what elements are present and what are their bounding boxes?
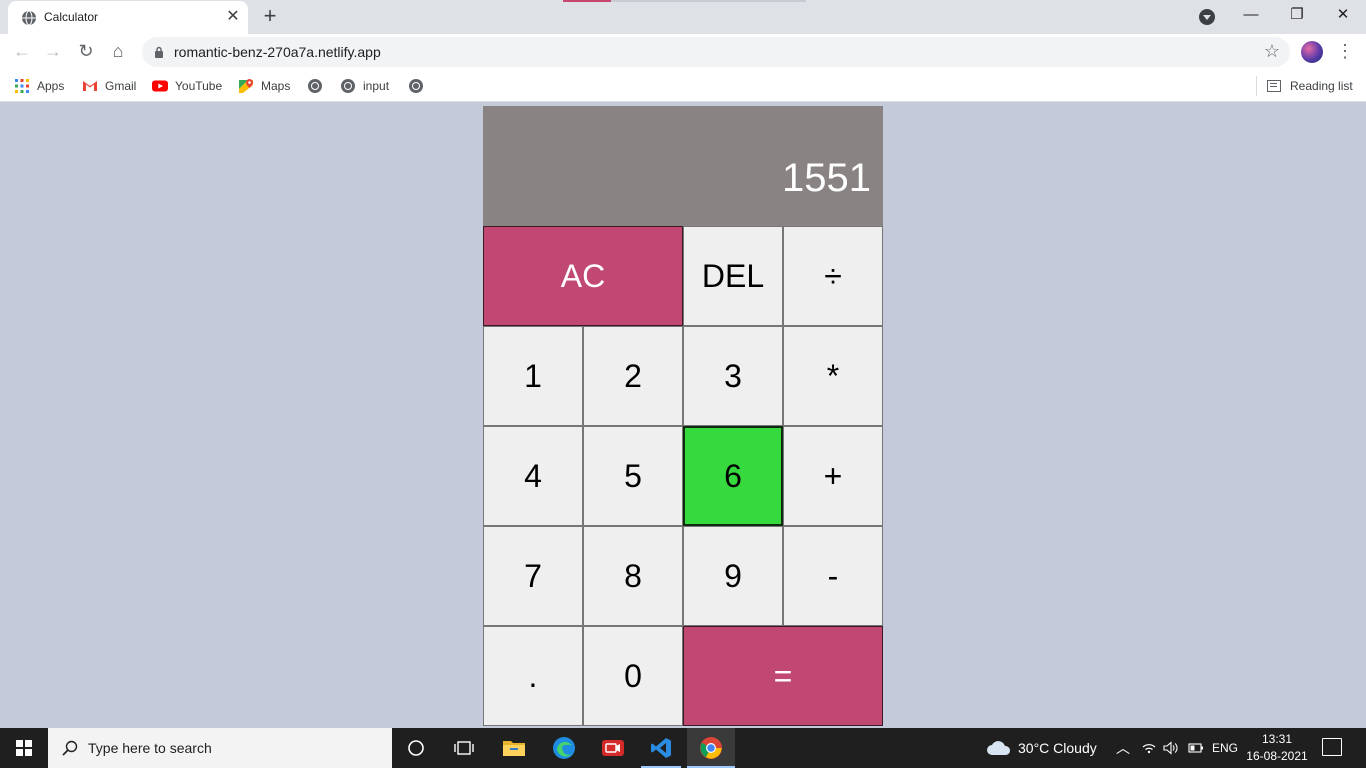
key-digit-8-button[interactable]: 8 (583, 526, 683, 626)
gmail-icon (83, 81, 97, 91)
search-icon (62, 740, 78, 756)
address-bar[interactable]: romantic-benz-270a7a.netlify.app ☆ (142, 37, 1290, 67)
task-view-icon (454, 741, 474, 755)
new-tab-button[interactable]: + (258, 5, 282, 29)
home-button[interactable]: ⌂ (106, 40, 130, 64)
reload-button[interactable]: ↻ (74, 40, 98, 64)
weather-text[interactable]: 30°C Cloudy (1018, 740, 1097, 756)
cortana-icon (408, 740, 424, 756)
windows-logo-icon (16, 740, 32, 756)
edge-icon (553, 737, 575, 759)
forward-button[interactable]: → (41, 40, 65, 64)
maximize-button[interactable]: ❐ (1274, 4, 1320, 28)
bookmark-star-icon[interactable]: ☆ (1264, 41, 1280, 62)
screen-recorder-button[interactable] (589, 728, 637, 768)
cloudy-weather-icon (987, 741, 1011, 755)
key-digit-2-button[interactable]: 2 (583, 326, 683, 426)
bookmark-maps[interactable]: Maps (238, 76, 290, 96)
key-digit-3-button[interactable]: 3 (683, 326, 783, 426)
taskbar-clock[interactable]: 13:31 16-08-2021 (1242, 731, 1312, 765)
display-output: 1551 (782, 156, 871, 200)
recorder-icon (602, 740, 624, 756)
search-placeholder: Type here to search (88, 740, 212, 756)
key-divide-button[interactable]: ÷ (783, 226, 883, 326)
key-digit-6-button[interactable]: 6 (683, 426, 783, 526)
tab-strip: Calculator ✕ + — ❐ ✕ (0, 0, 1366, 34)
file-explorer-button[interactable] (490, 728, 538, 768)
tab-calculator[interactable]: Calculator ✕ (8, 1, 248, 34)
lock-icon (155, 46, 163, 58)
key-multiply-button[interactable]: * (783, 326, 883, 426)
clock-date: 16-08-2021 (1246, 749, 1308, 763)
key-digit-4-button[interactable]: 4 (483, 426, 583, 526)
battery-icon[interactable] (1188, 743, 1204, 753)
bookmarks-bar: Apps Gmail YouTube Maps input Reading li… (0, 70, 1366, 102)
tab-title: Calculator (44, 10, 99, 24)
key-all-clear-button[interactable]: AC (483, 226, 683, 326)
chrome-button[interactable] (687, 728, 735, 768)
bookmark-gmail[interactable]: Gmail (82, 76, 136, 96)
vscode-icon (651, 738, 671, 758)
globe-icon (22, 10, 36, 26)
key-digit-5-button[interactable]: 5 (583, 426, 683, 526)
maps-icon (239, 79, 253, 93)
notification-center-icon[interactable] (1322, 738, 1342, 756)
reading-list-button[interactable]: Reading list (1256, 76, 1353, 96)
globe-icon (308, 79, 322, 93)
chrome-icon (700, 737, 722, 759)
key-minus-button[interactable]: - (783, 526, 883, 626)
key-digit-9-button[interactable]: 9 (683, 526, 783, 626)
key-decimal-button[interactable]: . (483, 626, 583, 726)
url-text: romantic-benz-270a7a.netlify.app (174, 44, 381, 60)
wifi-icon[interactable] (1141, 742, 1157, 754)
edge-button[interactable] (540, 728, 588, 768)
browser-menu-button[interactable]: ⋮ (1336, 40, 1354, 64)
tab-strip-accent-gray (611, 0, 806, 2)
language-indicator[interactable]: ENG (1212, 741, 1238, 755)
tab-search-button[interactable] (1199, 9, 1215, 25)
globe-icon (409, 79, 423, 93)
start-button[interactable] (0, 728, 48, 768)
key-digit-1-button[interactable]: 1 (483, 326, 583, 426)
bookmark-globe-2[interactable] (409, 76, 423, 96)
key-equals-button[interactable]: = (683, 626, 883, 726)
bookmark-youtube[interactable]: YouTube (152, 76, 222, 96)
browser-toolbar: ← → ↻ ⌂ romantic-benz-270a7a.netlify.app… (0, 34, 1366, 70)
profile-avatar[interactable] (1301, 41, 1323, 63)
tab-close-button[interactable]: ✕ (224, 8, 242, 26)
taskbar: Type here to search 30°C Cloudy ︿ ENG 13… (0, 728, 1366, 768)
calculator-display: 1551 (483, 106, 883, 226)
bookmark-globe-1[interactable] (308, 76, 322, 96)
key-delete-button[interactable]: DEL (683, 226, 783, 326)
apps-grid-icon (15, 79, 29, 93)
minimize-button[interactable]: — (1228, 4, 1274, 28)
vscode-button[interactable] (637, 728, 685, 768)
bookmark-label: input (363, 79, 390, 93)
volume-icon[interactable] (1163, 741, 1179, 755)
bookmark-label: Gmail (105, 79, 137, 93)
calculator: 1551 AC DEL ÷ 1 2 3 * 4 5 6 +7 8 9-. 0 = (483, 106, 883, 726)
bookmark-label: Maps (261, 79, 291, 93)
key-plus-button[interactable]: + (783, 426, 883, 526)
bookmark-label: YouTube (175, 79, 223, 93)
key-digit-0-button[interactable]: 0 (583, 626, 683, 726)
key-digit-7-button[interactable]: 7 (483, 526, 583, 626)
bookmark-label: Apps (37, 79, 65, 93)
bookmark-input[interactable]: input (341, 76, 389, 96)
calculator-keypad: AC DEL ÷ 1 2 3 * 4 5 6 +7 8 9-. 0 = (483, 226, 883, 726)
reading-list-icon (1267, 80, 1281, 92)
close-window-button[interactable]: ✕ (1320, 4, 1366, 28)
tab-strip-accent (563, 0, 611, 2)
taskbar-search[interactable]: Type here to search (48, 728, 392, 768)
chevron-up-icon[interactable]: ︿ (1116, 738, 1130, 758)
reading-list-label: Reading list (1290, 79, 1353, 93)
folder-icon (503, 741, 525, 756)
youtube-icon (152, 80, 168, 92)
globe-icon (341, 79, 355, 93)
cortana-button[interactable] (392, 728, 440, 768)
task-view-button[interactable] (440, 728, 488, 768)
bookmark-apps[interactable]: Apps (14, 76, 64, 96)
back-button[interactable]: ← (10, 40, 34, 64)
clock-time: 13:31 (1261, 732, 1293, 746)
